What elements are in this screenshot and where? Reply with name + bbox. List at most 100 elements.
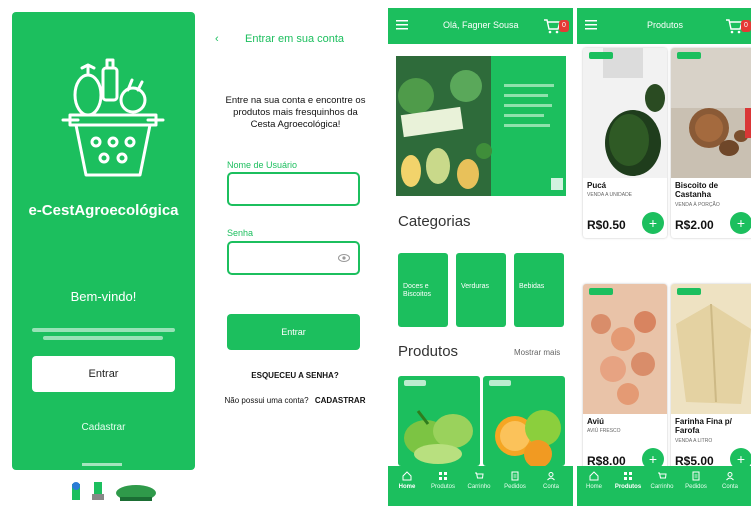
nav-cart[interactable]: Carrinho [647, 471, 677, 490]
category-label: Doces e Biscoitos [403, 283, 432, 298]
home-icon [402, 471, 412, 481]
welcome-subtitle-blurred [32, 328, 175, 332]
product-tag [404, 380, 426, 386]
product-name: Aviú [587, 417, 605, 426]
grid-icon [439, 472, 447, 480]
login-screen: ‹ Entrar em sua conta Entre na sua conta… [205, 0, 385, 506]
enter-button[interactable]: Entrar [32, 356, 175, 392]
partner-logos-icon [72, 482, 156, 501]
password-field[interactable] [227, 241, 360, 275]
shrimp-image [583, 284, 667, 414]
basket-logo-icon [61, 58, 165, 177]
grid-icon [624, 472, 632, 480]
nav-home[interactable]: Home [392, 471, 422, 490]
product-unit: VENDA À PORÇÃO [675, 202, 720, 208]
nav-label: Carrinho [650, 484, 674, 490]
avocado-image [583, 48, 667, 178]
bottom-nav: Home Produtos Carrinho Pedidos Conta [388, 466, 573, 506]
product-price: R$2.00 [675, 218, 714, 232]
nav-label: Produtos [430, 484, 455, 490]
products-title: Produtos [398, 343, 459, 360]
products-title: Produtos [647, 20, 684, 30]
product-tag [677, 52, 701, 59]
product-card[interactable]: Aviú AVIÚ FRESCO R$8.00 + [583, 284, 667, 474]
nav-label: Conta [542, 484, 559, 490]
signup-row: Não possui uma conta? CADASTRAR [205, 396, 385, 405]
greeting-title: Olá, Fagner Sousa [443, 20, 519, 30]
product-card[interactable]: Biscoito de Castanha VENDA À PORÇÃO R$2.… [671, 48, 751, 238]
mango-image [404, 410, 473, 464]
product-tag [489, 380, 511, 386]
splash-card: e-CestAgroecológica Bem-vindo! Entrar Ca… [12, 12, 195, 470]
receipt-icon [692, 471, 700, 481]
cart-icon [475, 472, 484, 479]
nav-account[interactable]: Conta [715, 471, 745, 490]
add-to-cart-button[interactable]: + [642, 212, 664, 234]
category-card[interactable]: Bebidas [514, 253, 564, 327]
product-tag [589, 52, 613, 59]
nav-orders[interactable]: Pedidos [681, 471, 711, 490]
nav-label: Produtos [614, 484, 642, 490]
flour-image [671, 284, 751, 414]
category-label: Verduras [461, 283, 490, 290]
product-card[interactable]: Farinha Fina p/ Farofa VENDA A LITRO R$5… [671, 284, 751, 474]
nav-products[interactable]: Produtos [613, 471, 643, 490]
product-name: Farinha Fina p/ Farofa [675, 417, 732, 435]
user-icon [726, 472, 734, 481]
welcome-text: Bem-vindo! [70, 289, 137, 304]
signup-link[interactable]: Cadastrar [12, 422, 195, 433]
menu-icon[interactable] [585, 19, 597, 31]
category-card[interactable]: Verduras [456, 253, 506, 327]
home-icon [589, 471, 599, 481]
product-tag [677, 288, 701, 295]
cart-badge: 0 [559, 20, 569, 32]
login-submit-button[interactable]: Entrar [227, 314, 360, 350]
add-to-cart-button[interactable]: + [730, 212, 751, 234]
cart-icon [658, 472, 667, 479]
category-label: Bebidas [519, 283, 545, 290]
nav-label: Conta [721, 484, 738, 490]
product-unit: VENDA A UNIDADE [587, 192, 633, 198]
show-more-link[interactable]: Mostrar mais [514, 348, 560, 357]
nav-orders[interactable]: Pedidos [500, 471, 530, 490]
orange-image [495, 410, 561, 466]
brand-name: e-CestAgroecológica [28, 202, 179, 219]
category-card[interactable]: Doces e Biscoitos [398, 253, 448, 327]
nav-cart[interactable]: Carrinho [464, 471, 494, 490]
splash-screen: e-CestAgroecológica Bem-vindo! Entrar Ca… [0, 0, 205, 506]
nav-label: Carrinho [467, 484, 491, 490]
username-label: Nome de Usuário [227, 160, 298, 170]
products-screen: Produtos 0 Pucá VENDA A UNIDADE R$0.50 + [577, 0, 751, 506]
product-card[interactable]: Pucá VENDA A UNIDADE R$0.50 + [583, 48, 667, 238]
product-card[interactable] [398, 376, 480, 466]
signup-link[interactable]: CADASTRAR [315, 396, 366, 405]
receipt-icon [511, 471, 519, 481]
product-name: Pucá [587, 181, 607, 190]
promo-banner[interactable] [396, 56, 566, 196]
product-unit: AVIÚ FRESCO [587, 428, 621, 434]
nav-products[interactable]: Produtos [428, 471, 458, 490]
categories-title: Categorias [398, 213, 471, 230]
password-label: Senha [227, 228, 254, 238]
cart-badge: 0 [741, 20, 751, 32]
eye-icon[interactable] [338, 253, 350, 263]
welcome-subtitle-blurred [43, 336, 163, 340]
product-name: Biscoito de Castanha [675, 181, 719, 199]
nav-account[interactable]: Conta [536, 471, 566, 490]
no-account-text: Não possui uma conta? [224, 396, 309, 405]
product-card[interactable] [483, 376, 565, 466]
chevron-left-icon[interactable]: ‹ [215, 33, 219, 45]
username-field[interactable] [227, 172, 360, 206]
biscuit-image [671, 48, 751, 178]
login-title: Entrar em sua conta [245, 33, 345, 45]
version-text-blurred [82, 463, 122, 466]
forgot-password-link[interactable]: ESQUECEU A SENHA? [205, 371, 385, 380]
banner-image [396, 56, 566, 196]
bottom-nav: Home Produtos Carrinho Pedidos Conta [577, 466, 751, 506]
product-tag [589, 288, 613, 295]
home-screen: Olá, Fagner Sousa 0 Categorias Doces e B… [388, 0, 573, 506]
home-appbar: Olá, Fagner Sousa 0 [388, 8, 573, 44]
nav-home[interactable]: Home [579, 471, 609, 490]
products-appbar: Produtos 0 [577, 8, 751, 44]
menu-icon[interactable] [396, 19, 408, 31]
